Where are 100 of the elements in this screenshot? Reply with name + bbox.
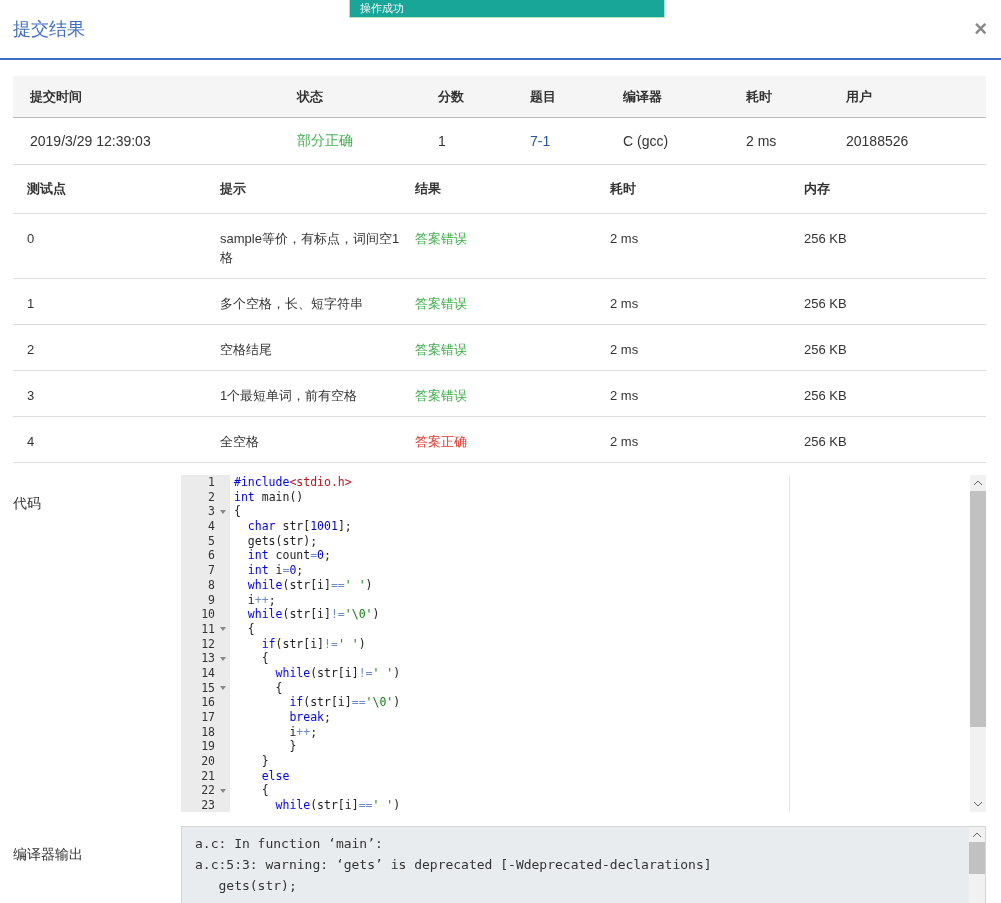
table-cell-text: 多个空格，长、短字符串 [220, 295, 364, 313]
result-text: 答案错误 [415, 387, 468, 405]
line-number: 8 [208, 577, 215, 593]
toast-message: 操作成功 [360, 2, 404, 14]
fold-arrow-icon[interactable] [219, 656, 226, 661]
output-line: a.c:5:3: warning: ‘gets’ is deprecated [-Wdeprecated-declarations] [195, 856, 713, 874]
scrollbar[interactable] [970, 475, 986, 812]
code-line: while(str[i]!=' ') [274, 665, 402, 681]
dialog-title: 提交结果 [13, 18, 85, 41]
table-cell-text: 20188526 [846, 133, 910, 149]
scroll-up-icon[interactable] [974, 480, 982, 485]
line-number: 19 [201, 739, 215, 755]
status-text: 部分正确 [297, 132, 354, 150]
table-cell-text: 1 [438, 133, 447, 149]
line-number: 10 [201, 607, 215, 622]
line-number: 2 [208, 489, 215, 505]
code-line: { [234, 504, 242, 520]
fold-arrow-icon[interactable] [219, 509, 226, 514]
column-header: 结果 [415, 180, 442, 198]
table-cell-text: 256 KB [804, 230, 848, 248]
code-line: #include<stdio.h> [234, 475, 353, 490]
table-cell-text: 3 [27, 387, 36, 405]
scrollbar[interactable] [969, 827, 985, 903]
code-label: 代码 [13, 494, 42, 513]
table-cell-text: 2 [27, 341, 36, 359]
line-number: 23 [201, 798, 215, 812]
line-number: 7 [208, 563, 215, 578]
table-cell-text: 0 [27, 230, 36, 248]
fold-arrow-icon[interactable] [219, 685, 226, 690]
line-number: 20 [201, 754, 215, 769]
table-cell-text: 全空格 [220, 433, 260, 451]
column-header: 题目 [530, 87, 557, 106]
code-line: char str[1001]; [246, 519, 353, 534]
line-number: 14 [201, 665, 215, 681]
code-line: { [260, 651, 270, 666]
output-line: gets(str); [217, 877, 298, 895]
line-number: 12 [201, 636, 215, 652]
table-cell-text: 256 KB [804, 341, 848, 359]
result-text: 答案错误 [415, 295, 468, 313]
table-cell-text: 2 ms [746, 133, 778, 149]
table-cell-text: 2 ms [610, 341, 640, 359]
code-line: int count=0; [246, 548, 332, 564]
table-cell-text: 4 [27, 433, 36, 451]
result-text: 答案错误 [415, 341, 468, 359]
scroll-down-icon[interactable] [974, 802, 982, 807]
code-line: int i=0; [246, 563, 305, 578]
code-line: while(str[i]==' ') [274, 798, 402, 812]
code-line: { [260, 783, 270, 799]
table-cell-text: 256 KB [804, 295, 848, 313]
code-line: int main() [234, 489, 305, 505]
table-cell-text: 1个最短单词，前有空格 [220, 387, 359, 405]
line-number: 16 [201, 695, 215, 710]
table-cell-text: 空格结尾 [220, 341, 273, 359]
line-number: 15 [201, 680, 215, 696]
column-header: 测试点 [27, 180, 67, 198]
fold-arrow-icon[interactable] [219, 788, 226, 793]
table-cell-text: sample等价，有标点，词间空1格 [220, 230, 400, 267]
line-number: 21 [201, 768, 215, 784]
fold-arrow-icon[interactable] [219, 627, 226, 632]
table-cell-text: 1 [27, 295, 36, 313]
scroll-up-icon[interactable] [973, 832, 981, 837]
column-header: 用户 [846, 87, 873, 106]
column-header: 内存 [804, 180, 831, 198]
code-line: { [274, 680, 284, 696]
compiler-output-label: 编译器输出 [13, 845, 84, 864]
table-cell-text: C (gcc) [623, 133, 670, 149]
table-cell-text: 256 KB [804, 433, 848, 451]
table-cell-text: 2019/3/29 12:39:03 [30, 133, 152, 149]
line-number: 3 [208, 504, 215, 520]
line-number: 11 [201, 621, 215, 637]
problem-link[interactable]: 7-1 [530, 133, 623, 149]
code-line: break; [288, 710, 332, 725]
line-number: 4 [208, 519, 215, 534]
column-header: 提交时间 [30, 87, 83, 106]
result-text: 答案错误 [415, 230, 468, 248]
code-line: while(str[i]!='\0') [246, 607, 381, 622]
column-header: 编译器 [623, 87, 663, 106]
result-text: 答案正确 [415, 433, 468, 451]
output-line: a.c: In function ‘main’: [195, 835, 384, 853]
code-line: gets(str); [246, 533, 319, 549]
code-line: } [260, 754, 270, 769]
column-header: 耗时 [746, 87, 773, 106]
code-line: if(str[i]!=' ') [260, 636, 367, 652]
code-line: i++; [246, 592, 277, 608]
code-line: i++; [288, 724, 319, 740]
table-cell-text: 2 ms [610, 387, 640, 405]
line-number: 6 [208, 548, 215, 564]
code-line: if(str[i]=='\0') [288, 695, 402, 710]
column-header: 提示 [220, 180, 247, 198]
code-line: while(str[i]==' ') [246, 577, 374, 593]
code-line: } [288, 739, 298, 755]
code-line: { [246, 621, 256, 637]
column-header: 状态 [297, 87, 324, 106]
column-header: 分数 [438, 87, 465, 106]
column-header: 耗时 [610, 180, 637, 198]
table-cell-text: 2 ms [610, 433, 640, 451]
line-number: 9 [208, 592, 215, 608]
line-number: 5 [208, 533, 215, 549]
close-button[interactable]: × [970, 16, 991, 42]
table-cell-text: 256 KB [804, 387, 848, 405]
